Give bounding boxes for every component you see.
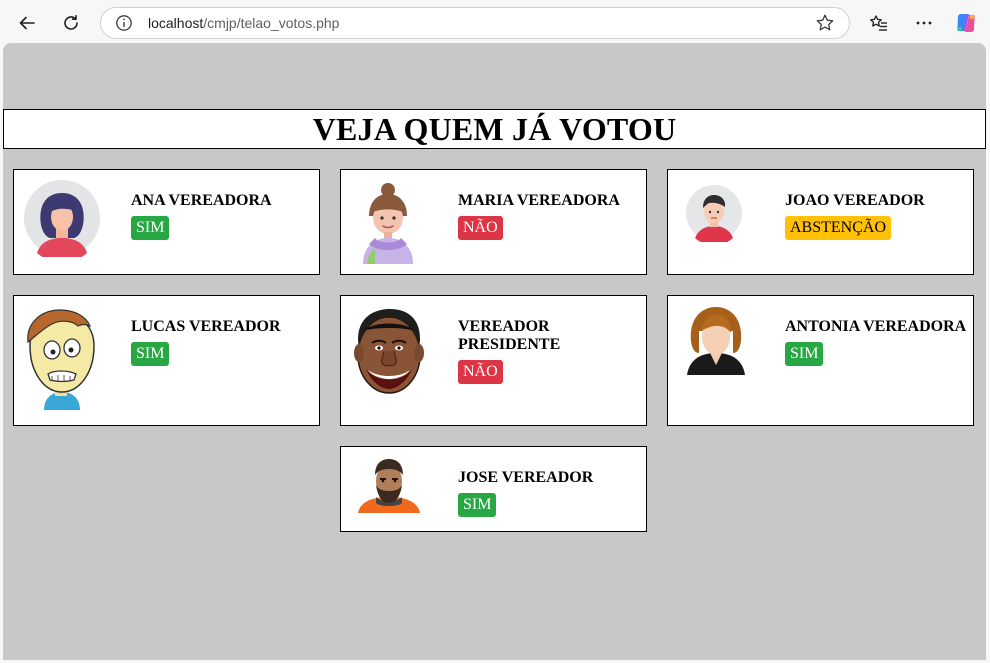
man-avatar-icon [686,185,742,242]
cartoon-boy-avatar-icon [27,309,95,410]
url-text: localhost/cmjp/telao_votos.php [148,15,339,31]
vote-badge: SIM [131,342,170,366]
favorites-list-icon [870,15,887,31]
vote-badge: SIM [458,493,497,517]
vote-badge: ABSTENÇÃO [785,216,892,240]
councilor-info: JOAO VEREADOR ABSTENÇÃO [785,192,970,240]
reload-icon [64,15,78,30]
councilor-info: MARIA VEREADORA NÃO [458,192,643,240]
councilor-card: ANA VEREADORA SIM [13,169,320,275]
vote-badge: SIM [785,342,824,366]
councilor-name: JOSE VEREADOR [458,469,594,486]
councilor-card: VEREADOR PRESIDENTE NÃO [340,295,647,426]
councilor-card: MARIA VEREADORA NÃO [340,169,647,275]
site-info-icon[interactable] [115,14,133,32]
reload-button[interactable] [55,7,87,39]
copilot-icon [957,14,975,32]
page-viewport: VEJA QUEM JÁ VOTOU ANA VEREADORA SIM MAR… [3,43,986,660]
councilor-name: LUCAS VEREADOR [131,318,281,335]
girl-hoodie-avatar-icon [363,183,413,264]
councilor-name: VEREADOR PRESIDENTE [458,318,561,353]
councilor-info: ANA VEREADORA SIM [131,192,316,240]
favorites-button[interactable] [863,7,895,39]
woman-silhouette-avatar-icon [687,307,745,375]
councilor-info: ANTONIA VEREADORA SIM [785,318,970,366]
vote-badge: NÃO [458,360,503,384]
caricature-man-avatar-icon [354,309,424,394]
back-arrow-icon [19,16,35,30]
vote-badge: NÃO [458,216,503,240]
back-button[interactable] [11,7,43,39]
page-title: VEJA QUEM JÁ VOTOU [312,110,677,147]
councilor-card: LUCAS VEREADOR SIM [13,295,320,426]
address-bar[interactable]: localhost/cmjp/telao_votos.php [100,7,850,39]
vote-badge: SIM [131,216,170,240]
councilor-info: VEREADOR PRESIDENTE NÃO [458,318,643,384]
councilor-card: ANTONIA VEREADORA SIM [667,295,974,426]
councilor-card: JOAO VEREADOR ABSTENÇÃO [667,169,974,275]
councilor-info: LUCAS VEREADOR SIM [131,318,316,366]
councilor-card: JOSE VEREADOR SIM [340,446,647,532]
bearded-man-avatar-icon [358,459,420,513]
url-path: /cmjp/telao_votos.php [203,15,340,31]
page-title-bar: VEJA QUEM JÁ VOTOU [3,109,986,149]
woman-avatar-icon [24,180,100,257]
councilor-name: JOAO VEREADOR [785,192,925,209]
councilor-name: MARIA VEREADORA [458,192,620,209]
favorite-star-icon[interactable] [815,13,835,33]
councilor-name: ANTONIA VEREADORA [785,318,967,335]
more-dots-icon [916,21,932,25]
more-options-button[interactable] [908,7,940,39]
browser-toolbar: localhost/cmjp/telao_votos.php [0,0,990,44]
copilot-button[interactable] [950,7,982,39]
url-host: localhost [148,15,204,31]
councilor-name: ANA VEREADORA [131,192,272,209]
councilor-info: JOSE VEREADOR SIM [458,469,643,517]
